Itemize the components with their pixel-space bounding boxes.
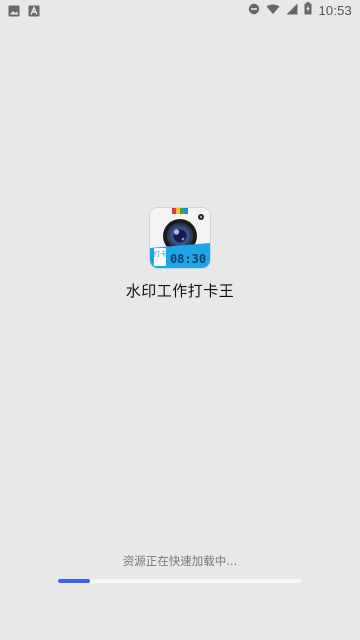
app-name: 水印工作打卡王: [125, 282, 235, 300]
status-right-icons: 10:53: [248, 2, 352, 20]
status-left-icons: [8, 4, 40, 22]
status-bar: 10:53: [0, 0, 360, 20]
icon-badge-text: 打卡: [154, 249, 168, 258]
app-a-icon: [28, 4, 40, 22]
do-not-disturb-icon: [248, 2, 260, 20]
signal-icon: [286, 2, 298, 20]
camera-lens-app-icon: 打卡 08:30: [150, 208, 210, 268]
loading-progress-bar: [58, 579, 302, 583]
clock-time: 10:53: [318, 3, 352, 18]
wifi-icon: [266, 2, 280, 20]
icon-time-text: 08:30: [170, 252, 206, 266]
image-icon: [8, 4, 20, 22]
battery-charging-icon: [304, 2, 312, 20]
loading-text: 资源正在快速加载中...: [122, 554, 238, 568]
loading-progress-fill: [58, 579, 90, 583]
